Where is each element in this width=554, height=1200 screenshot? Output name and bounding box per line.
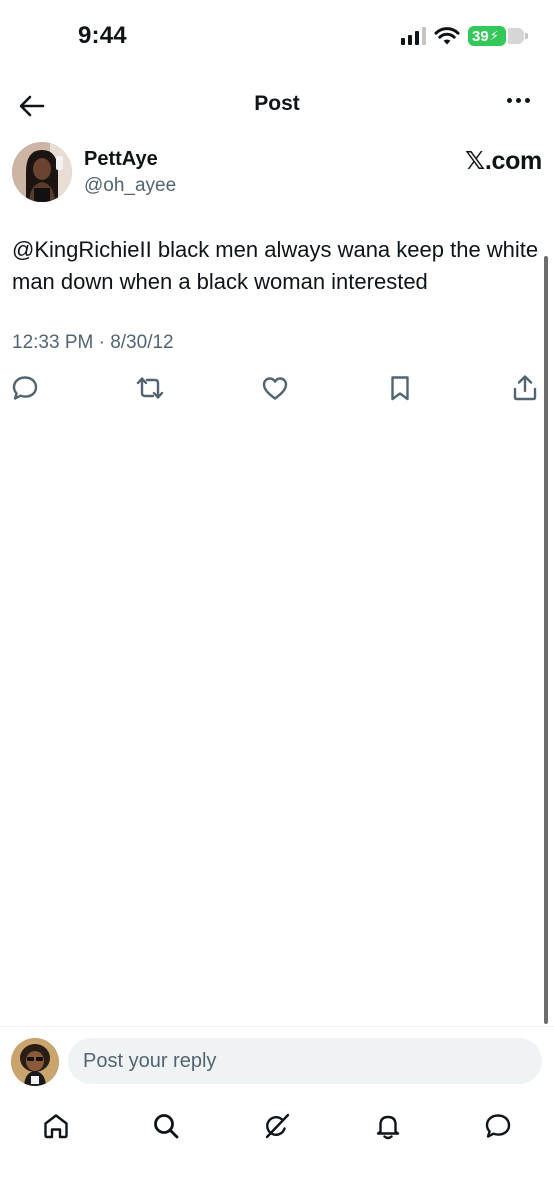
- battery-empty-segment: [508, 28, 524, 44]
- wifi-icon: [434, 27, 460, 45]
- nav-messages[interactable]: [480, 1108, 516, 1144]
- share-button[interactable]: [509, 372, 541, 404]
- post-text: @KingRichieII black men always wana keep…: [12, 237, 539, 294]
- post-author: PettAye @oh_ayee 𝕏.com: [12, 140, 542, 206]
- author-handle[interactable]: @oh_ayee: [84, 175, 176, 197]
- status-icons: 39 ⚡: [401, 26, 528, 46]
- bookmark-button[interactable]: [384, 372, 416, 404]
- bookmark-icon: [391, 376, 409, 401]
- post-actions: [0, 372, 554, 404]
- reply-composer: [0, 1026, 554, 1096]
- home-icon: [44, 1114, 68, 1139]
- page-title: Post: [254, 92, 300, 115]
- like-icon: [262, 377, 288, 400]
- reply-button[interactable]: [9, 372, 41, 404]
- xcom-watermark: 𝕏.com: [465, 147, 542, 175]
- share-icon: [513, 375, 537, 401]
- author-avatar[interactable]: [12, 142, 72, 202]
- battery-icon: 39 ⚡: [468, 26, 528, 46]
- charging-bolt-icon: ⚡: [489, 28, 499, 43]
- nav-home[interactable]: [38, 1108, 74, 1144]
- post-header: Post: [0, 78, 554, 132]
- bottom-navigation: [0, 1100, 554, 1156]
- repost-button[interactable]: [134, 372, 166, 404]
- grok-icon: [265, 1113, 290, 1139]
- nav-search[interactable]: [148, 1108, 184, 1144]
- nav-grok[interactable]: [259, 1108, 295, 1144]
- like-button[interactable]: [259, 372, 291, 404]
- scrollbar[interactable]: [544, 256, 548, 1024]
- nav-notifications[interactable]: [370, 1108, 406, 1144]
- more-button[interactable]: [507, 98, 530, 103]
- more-horizontal-icon: [507, 98, 512, 103]
- author-avatar-image: [12, 142, 72, 202]
- notifications-icon: [376, 1115, 400, 1140]
- reply-input[interactable]: [68, 1038, 542, 1084]
- search-icon: [154, 1114, 179, 1139]
- author-display-name[interactable]: PettAye: [84, 148, 158, 171]
- battery-level: 39: [472, 27, 489, 45]
- reply-icon: [12, 376, 38, 400]
- status-time: 9:44: [78, 22, 127, 49]
- user-avatar-image: [11, 1038, 59, 1086]
- post-timestamp[interactable]: 12:33 PM · 8/30/12: [12, 332, 174, 354]
- status-bar: 9:44 39 ⚡: [0, 0, 554, 76]
- user-avatar[interactable]: [11, 1038, 59, 1086]
- repost-icon: [136, 377, 164, 399]
- signal-icon: [401, 27, 426, 45]
- messages-icon: [485, 1114, 511, 1138]
- battery-nub: [525, 33, 528, 39]
